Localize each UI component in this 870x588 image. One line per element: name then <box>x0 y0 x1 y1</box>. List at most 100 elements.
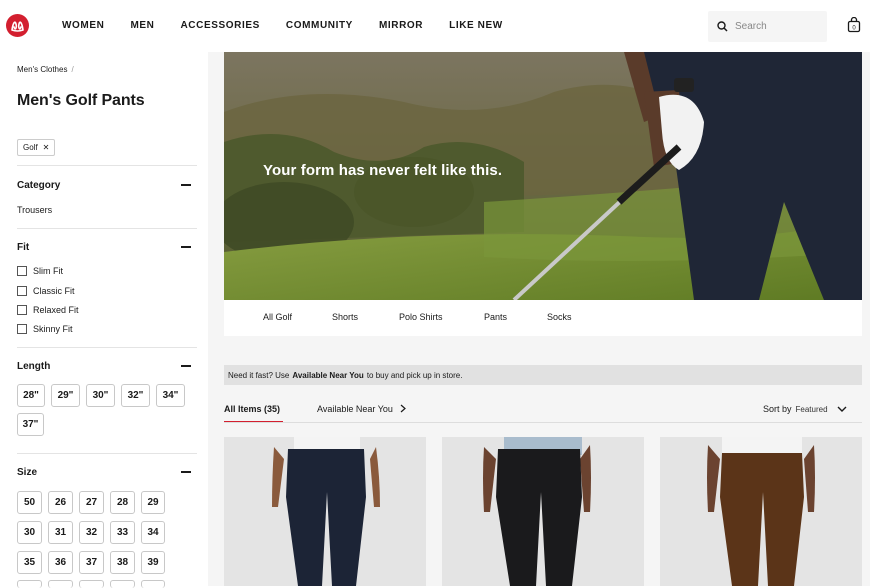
product-image-navy-pants <box>224 437 426 586</box>
bag-count: 0 <box>852 26 856 32</box>
breadcrumb-separator: / <box>71 65 74 74</box>
search-box[interactable] <box>708 11 827 42</box>
product-image-black-pants <box>442 437 644 586</box>
size-pill[interactable]: 36 <box>48 551 73 574</box>
checkbox[interactable] <box>17 324 27 334</box>
active-filter-chip[interactable]: Golf ✕ <box>17 139 56 156</box>
fit-label: Skinny Fit <box>33 324 73 334</box>
collapse-fit-icon[interactable] <box>181 246 191 248</box>
size-pill[interactable]: 37 <box>79 551 104 574</box>
nav-community[interactable]: COMMUNITY <box>286 20 353 31</box>
tab-available-near-you[interactable]: Available Near You <box>317 404 407 414</box>
size-pill-partial[interactable] <box>110 580 135 588</box>
tabs-divider <box>224 422 862 423</box>
length-heading[interactable]: Length <box>17 361 50 372</box>
divider <box>17 453 197 454</box>
size-pill[interactable]: 27 <box>79 491 104 514</box>
search-icon <box>717 21 728 32</box>
hero-headline: Your form has never felt like this. <box>263 162 503 179</box>
size-pill-partial[interactable] <box>48 580 73 588</box>
tab-near-label: Available Near You <box>317 404 393 414</box>
fit-option-skinny[interactable]: Skinny Fit <box>17 324 73 334</box>
nav-mirror[interactable]: MIRROR <box>379 20 423 31</box>
collapse-category-icon[interactable] <box>181 184 191 186</box>
fit-option-classic[interactable]: Classic Fit <box>17 286 75 296</box>
size-pill[interactable]: 29 <box>141 491 165 514</box>
subnav-socks[interactable]: Socks <box>547 312 572 322</box>
checkbox[interactable] <box>17 305 27 315</box>
nav-accessories[interactable]: ACCESSORIES <box>180 20 259 31</box>
subnav-polo-shirts[interactable]: Polo Shirts <box>399 312 443 322</box>
size-pill[interactable]: 39 <box>141 551 165 574</box>
size-pill[interactable]: 38 <box>110 551 135 574</box>
length-pill[interactable]: 30" <box>86 384 115 407</box>
sort-value: Featured <box>795 404 828 414</box>
subnav-shorts[interactable]: Shorts <box>332 312 358 322</box>
size-pill[interactable]: 35 <box>17 551 42 574</box>
size-pill-partial[interactable] <box>79 580 104 588</box>
collapse-size-icon[interactable] <box>181 471 191 473</box>
size-pill-partial[interactable] <box>17 580 42 588</box>
length-pill[interactable]: 29" <box>51 384 80 407</box>
fit-option-slim[interactable]: Slim Fit <box>17 266 63 276</box>
sort-dropdown[interactable]: Sort by Featured <box>763 404 847 414</box>
product-image-brown-pants <box>660 437 862 586</box>
chevron-right-icon <box>401 404 407 413</box>
divider <box>17 347 197 348</box>
notice-prefix: Need it fast? Use <box>228 370 290 380</box>
nav-men[interactable]: MEN <box>130 20 154 31</box>
length-pill[interactable]: 32" <box>121 384 150 407</box>
top-header: WOMEN MEN ACCESSORIES COMMUNITY MIRROR L… <box>0 0 870 52</box>
size-pill[interactable]: 26 <box>48 491 73 514</box>
chevron-down-icon <box>837 406 847 412</box>
length-pill[interactable]: 28" <box>17 384 45 407</box>
remove-filter-icon[interactable]: ✕ <box>43 143 50 152</box>
size-pill[interactable]: 50 <box>17 491 42 514</box>
length-pill[interactable]: 37" <box>17 413 44 436</box>
tab-all-items[interactable]: All Items (35) <box>224 404 280 414</box>
breadcrumb-mens-clothes[interactable]: Men's Clothes <box>17 65 67 74</box>
main-nav: WOMEN MEN ACCESSORIES COMMUNITY MIRROR L… <box>62 20 529 31</box>
size-pill-partial[interactable] <box>141 580 165 588</box>
size-pill[interactable]: 30 <box>17 521 42 544</box>
shopping-bag-icon[interactable]: 0 <box>847 16 861 38</box>
nav-women[interactable]: WOMEN <box>62 20 104 31</box>
size-heading[interactable]: Size <box>17 467 37 478</box>
subnav-all-golf[interactable]: All Golf <box>263 312 292 322</box>
product-card[interactable] <box>224 437 426 586</box>
size-pill[interactable]: 28 <box>110 491 135 514</box>
nav-like-new[interactable]: LIKE NEW <box>449 20 503 31</box>
fit-heading[interactable]: Fit <box>17 242 29 253</box>
subnav-pants[interactable]: Pants <box>484 312 507 322</box>
size-pill[interactable]: 33 <box>110 521 135 544</box>
checkbox[interactable] <box>17 266 27 276</box>
search-input[interactable] <box>735 21 815 32</box>
chip-label: Golf <box>23 143 38 152</box>
collapse-length-icon[interactable] <box>181 365 191 367</box>
hero-banner[interactable]: Your form has never felt like this. <box>224 52 862 300</box>
lululemon-logo-icon[interactable] <box>6 14 29 37</box>
category-subnav: All Golf Shorts Polo Shirts Pants Socks <box>224 300 862 336</box>
size-pill[interactable]: 32 <box>79 521 104 544</box>
divider <box>17 228 197 229</box>
page-title: Men's Golf Pants <box>17 92 145 109</box>
filter-sidebar: Men's Clothes / Men's Golf Pants Golf ✕ Ca… <box>0 52 208 588</box>
notice-link[interactable]: Available Near You <box>292 371 363 380</box>
divider <box>17 165 197 166</box>
fit-label: Classic Fit <box>33 286 75 296</box>
length-pill[interactable]: 34" <box>156 384 185 407</box>
fit-label: Relaxed Fit <box>33 305 79 315</box>
size-pill[interactable]: 31 <box>48 521 73 544</box>
pickup-notice-banner: Need it fast? Use Available Near You to bu… <box>224 365 862 385</box>
product-card[interactable] <box>442 437 644 586</box>
notice-suffix: to buy and pick up in store. <box>366 370 463 380</box>
breadcrumb: Men's Clothes / <box>17 65 74 74</box>
fit-option-relaxed[interactable]: Relaxed Fit <box>17 305 79 315</box>
checkbox[interactable] <box>17 286 27 296</box>
size-pill[interactable]: 34 <box>141 521 165 544</box>
category-trousers[interactable]: Trousers <box>17 205 52 215</box>
category-heading[interactable]: Category <box>17 180 60 191</box>
product-card[interactable] <box>660 437 862 586</box>
fit-label: Slim Fit <box>33 266 63 276</box>
sort-label: Sort by <box>763 404 792 414</box>
